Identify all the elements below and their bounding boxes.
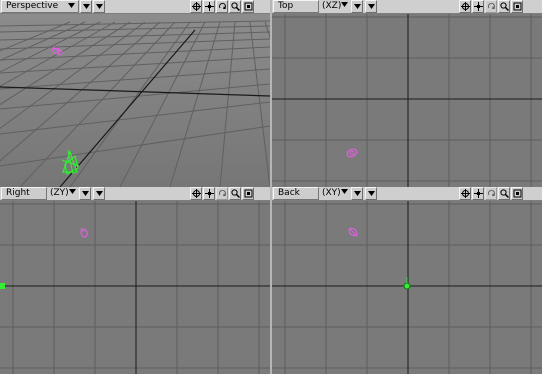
rotate-view-button[interactable] [485, 0, 497, 13]
magnify-icon [231, 189, 240, 198]
dropdown-arrow-icon [68, 3, 75, 8]
top-canvas[interactable] [272, 14, 542, 187]
four-arrow-pan-icon [205, 189, 214, 198]
maximize-icon [244, 2, 253, 11]
perspective-canvas[interactable] [0, 14, 270, 187]
rotate-icon [488, 189, 495, 196]
viewport-header: Back (XY) [272, 187, 542, 201]
right-canvas[interactable] [0, 201, 270, 374]
move-view-button[interactable] [190, 0, 202, 13]
view-options-dropdown[interactable] [351, 187, 363, 200]
maximize-view-button[interactable] [511, 187, 523, 200]
viewport-perspective[interactable]: Perspective [0, 0, 270, 187]
crosshair-move-icon [461, 189, 470, 198]
chevron-down-icon [368, 191, 375, 196]
four-arrow-pan-icon [474, 2, 483, 11]
move-view-button[interactable] [459, 0, 471, 13]
pan-view-button[interactable] [472, 0, 484, 13]
render-mode-dropdown[interactable] [365, 0, 377, 13]
four-arrow-pan-icon [474, 189, 483, 198]
maximize-icon [244, 189, 253, 198]
maximize-view-button[interactable] [511, 0, 523, 13]
rotate-icon [488, 2, 495, 9]
zoom-view-button[interactable] [498, 187, 510, 200]
magnify-icon [500, 2, 509, 11]
move-view-button[interactable] [459, 187, 471, 200]
top-grid [272, 14, 542, 187]
camera-object[interactable] [0, 283, 5, 289]
zoom-view-button[interactable] [229, 187, 241, 200]
magnify-icon [500, 189, 509, 198]
pan-view-button[interactable] [472, 187, 484, 200]
pan-view-button[interactable] [203, 0, 215, 13]
rotate-view-button[interactable] [485, 187, 497, 200]
view-options-dropdown[interactable] [351, 0, 363, 13]
render-mode-dropdown[interactable] [93, 187, 105, 200]
viewport-back[interactable]: Back (XY) [272, 187, 542, 374]
crosshair-move-icon [461, 2, 470, 11]
render-mode-dropdown[interactable] [93, 0, 105, 13]
chevron-down-icon [82, 191, 89, 196]
zoom-view-button[interactable] [498, 0, 510, 13]
axis-pair-label: (ZY) [50, 188, 69, 198]
zoom-view-button[interactable] [229, 0, 241, 13]
rotate-icon [219, 2, 226, 9]
maximize-icon [513, 189, 522, 198]
chevron-down-icon [354, 4, 361, 9]
view-type-dropdown[interactable]: Right [1, 187, 47, 200]
back-grid [272, 201, 542, 374]
viewport-right[interactable]: Right (ZY) [0, 187, 270, 374]
crosshair-move-icon [192, 189, 201, 198]
magnify-icon [231, 2, 240, 11]
rotate-view-button[interactable] [216, 0, 228, 13]
view-type-label: Perspective [6, 1, 59, 11]
axis-pair-label: (XY) [322, 188, 341, 198]
crosshair-move-icon [192, 2, 201, 11]
view-type-label: Right [6, 188, 30, 198]
chevron-down-icon [354, 191, 361, 196]
four-arrow-pan-icon [205, 2, 214, 11]
chevron-down-icon [368, 4, 375, 9]
dropdown-arrow-icon [341, 189, 348, 194]
viewport-header: Top (XZ) [272, 0, 542, 14]
viewport-header: Right (ZY) [0, 187, 270, 201]
rotate-icon [219, 189, 226, 196]
dropdown-arrow-icon [341, 2, 348, 7]
maximize-view-button[interactable] [242, 187, 254, 200]
move-view-button[interactable] [190, 187, 202, 200]
right-grid [0, 201, 270, 374]
view-type-dropdown[interactable]: Perspective [1, 0, 79, 13]
pan-view-button[interactable] [203, 187, 215, 200]
view-type-dropdown[interactable]: Top [273, 0, 319, 13]
perspective-grid [0, 14, 270, 187]
chevron-down-icon [83, 4, 90, 9]
view-type-dropdown[interactable]: Back [273, 187, 319, 200]
back-canvas[interactable] [272, 201, 542, 374]
dropdown-arrow-icon [69, 189, 76, 194]
view-type-label: Back [278, 188, 300, 198]
view-type-label: Top [278, 1, 294, 11]
viewport-header: Perspective [0, 0, 270, 14]
chevron-down-icon [96, 4, 103, 9]
axis-pair-label: (XZ) [322, 1, 342, 11]
viewport-top[interactable]: Top (XZ) [272, 0, 542, 187]
maximize-icon [513, 2, 522, 11]
rotate-view-button[interactable] [216, 187, 228, 200]
render-mode-dropdown[interactable] [365, 187, 377, 200]
view-options-dropdown[interactable] [80, 0, 92, 13]
view-options-dropdown[interactable] [79, 187, 91, 200]
chevron-down-icon [96, 191, 103, 196]
maximize-view-button[interactable] [242, 0, 254, 13]
